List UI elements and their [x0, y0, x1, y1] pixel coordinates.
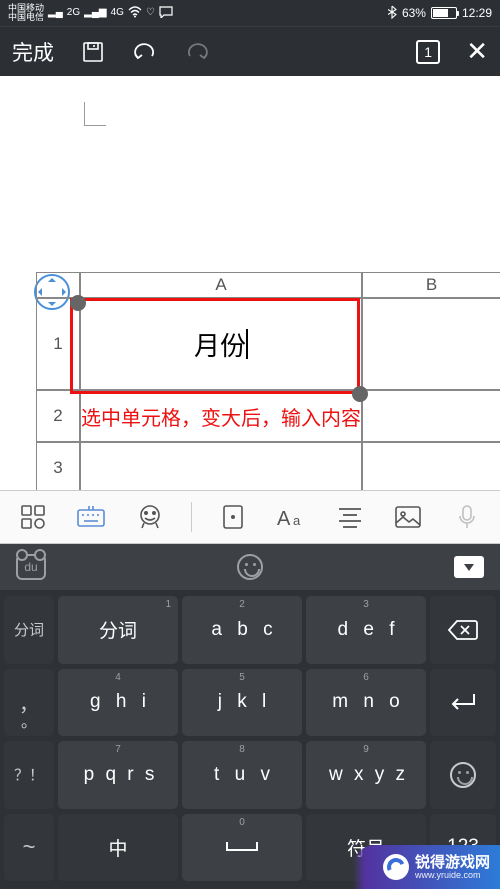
key-6-mno[interactable]: 6m n o [306, 669, 426, 737]
heart-icon: ♡ [146, 8, 155, 18]
net-2g: 2G [67, 8, 80, 18]
key-8-tuv[interactable]: 8t u v [182, 741, 302, 809]
app-toolbar: 完成 1 ✕ [0, 26, 500, 76]
done-button[interactable]: 完成 [12, 37, 54, 67]
toolbar-separator [191, 502, 192, 532]
row-header-3[interactable]: 3 [36, 442, 80, 494]
table-corner[interactable] [36, 272, 80, 298]
key-3-def[interactable]: 3d e f [306, 596, 426, 664]
svg-text:A: A [277, 508, 291, 529]
key-comma[interactable]: ，。 [4, 669, 54, 737]
carrier-2: 中国电信 [8, 13, 44, 22]
status-bar: 中国移动 中国电信 ▂▄ 2G ▂▄▆ 4G ♡ 63% 12:29 [0, 0, 500, 26]
apps-icon[interactable] [16, 500, 50, 534]
watermark-brand: 锐得游戏网 [415, 855, 490, 870]
emoji-icon[interactable] [237, 554, 263, 580]
battery-icon [431, 7, 457, 19]
key-backspace[interactable] [430, 596, 496, 664]
message-icon [159, 6, 173, 21]
key-1[interactable]: 1分词 [58, 596, 178, 664]
voice-icon[interactable] [450, 500, 484, 534]
signal-icon-2: ▂▄▆ [84, 8, 106, 18]
cell-B2[interactable] [362, 390, 500, 442]
key-4-ghi[interactable]: 4g h i [58, 669, 178, 737]
row-header-2[interactable]: 2 [36, 390, 80, 442]
annotation-text: 选中单元格，变大后，输入内容 [81, 402, 361, 431]
col-header-A[interactable]: A [80, 272, 362, 298]
key-space[interactable]: 0 [182, 814, 302, 882]
clock: 12:29 [462, 6, 492, 20]
page-indicator[interactable]: 1 [416, 40, 440, 64]
selection-handle-br[interactable] [352, 386, 368, 402]
keyboard-toggle-icon[interactable] [74, 500, 108, 534]
cell-A1[interactable]: 月份 [80, 298, 362, 390]
key-emoji[interactable] [430, 741, 496, 809]
cell-B1[interactable] [362, 298, 500, 390]
cell-A3[interactable] [80, 442, 362, 494]
align-icon[interactable] [333, 500, 367, 534]
cell-B3[interactable] [362, 442, 500, 494]
page-icon[interactable] [216, 500, 250, 534]
watermark: 锐得游戏网 www.yruide.com [353, 845, 500, 889]
undo-icon[interactable] [132, 39, 158, 65]
watermark-logo-icon [383, 854, 409, 880]
wifi-icon [128, 6, 142, 21]
ime-logo-icon[interactable]: du [16, 554, 46, 580]
close-button[interactable]: ✕ [466, 36, 488, 67]
net-4g: 4G [111, 8, 124, 18]
image-icon[interactable] [391, 500, 425, 534]
table[interactable]: A B 1 月份 2 选中单元格，变大后，输入内容 3 4 [36, 272, 500, 514]
assistant-icon[interactable] [133, 500, 167, 534]
key-7-pqrs[interactable]: 7p q r s [58, 741, 178, 809]
battery-percent: 63% [402, 6, 426, 20]
key-question[interactable]: ？！ [4, 741, 54, 809]
key-9-wxyz[interactable]: 9w x y z [306, 741, 426, 809]
key-5-jkl[interactable]: 5j k l [182, 669, 302, 737]
keyboard-top-strip: du [0, 544, 500, 590]
key-enter[interactable] [430, 669, 496, 737]
format-toolbar: Aa [0, 490, 500, 544]
key-lang-zh[interactable]: 中 [58, 814, 178, 882]
text-cursor [246, 329, 248, 359]
selection-handle-tl[interactable] [70, 295, 86, 311]
cell-A2[interactable]: 选中单元格，变大后，输入内容 [80, 390, 362, 442]
bluetooth-icon [388, 5, 397, 22]
cell-A1-value: 月份 [194, 326, 246, 363]
save-icon[interactable] [80, 39, 106, 65]
page-corner-mark [84, 102, 106, 126]
svg-text:a: a [293, 513, 301, 528]
key-tilde[interactable]: ~ [4, 814, 54, 882]
watermark-url: www.yruide.com [415, 870, 490, 880]
redo-icon [184, 39, 210, 65]
key-2-abc[interactable]: 2a b c [182, 596, 302, 664]
key-fenci[interactable]: 分词 [4, 596, 54, 664]
signal-icon: ▂▄ [48, 8, 63, 18]
row-header-1[interactable]: 1 [36, 298, 80, 390]
font-icon[interactable]: Aa [275, 500, 309, 534]
collapse-keyboard-icon[interactable] [454, 556, 484, 578]
col-header-B[interactable]: B [362, 272, 500, 298]
document-area[interactable]: 2010 年 A B 1 月份 2 选中单元格，变大后，输入内容 3 [0, 76, 500, 476]
